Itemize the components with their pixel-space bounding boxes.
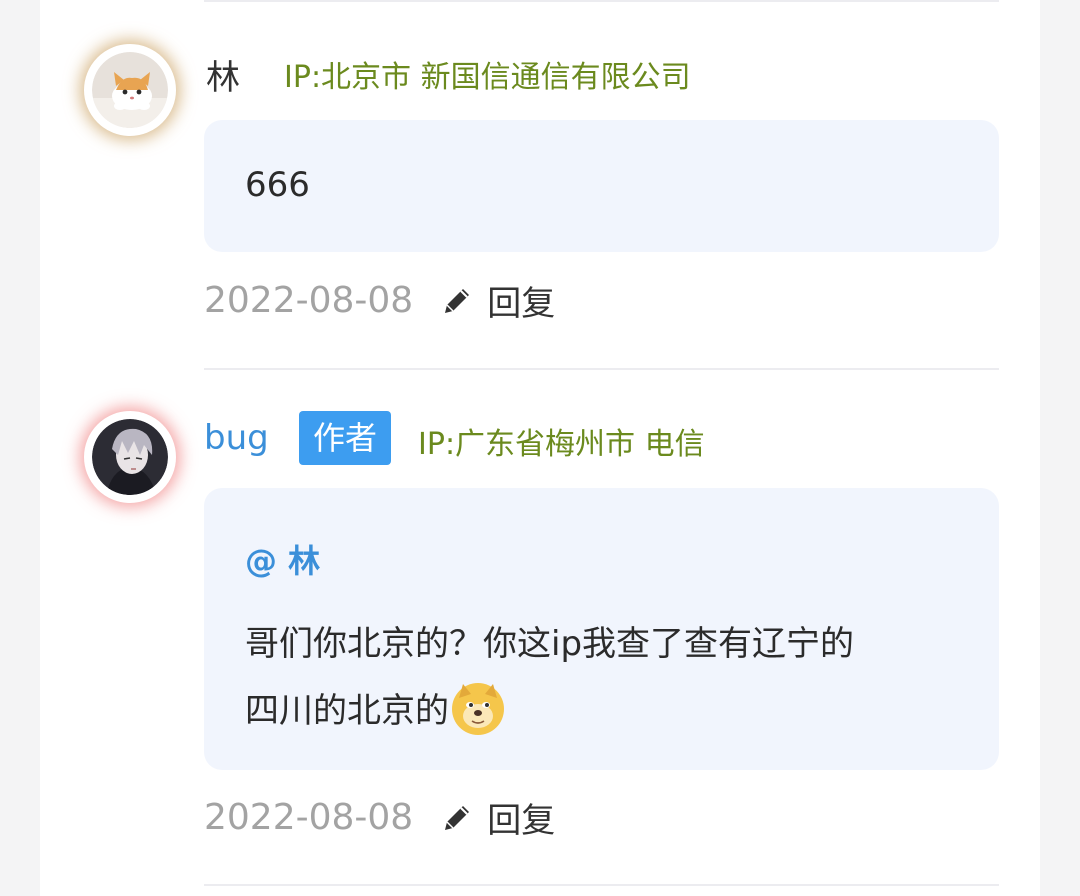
doge-emoji-icon — [452, 683, 504, 735]
comment-author[interactable]: 林 — [206, 50, 240, 99]
comment-meta: 2022-08-08 回复 — [204, 793, 555, 842]
reply-button[interactable]: 回复 — [441, 276, 555, 325]
author-badge: 作者 — [299, 411, 392, 465]
comment-text-line: 哥们你北京的？你这ip我查了查有辽宁的 — [245, 624, 855, 664]
comment-author[interactable]: bug — [204, 418, 269, 458]
comment-meta: 2022-08-08 回复 — [204, 276, 555, 325]
comment-text-line: 四川的北京的 — [245, 682, 505, 736]
ip-location: IP:北京市 新国信通信有限公司 — [284, 60, 691, 95]
divider — [204, 368, 999, 370]
comment-date: 2022-08-08 — [204, 797, 414, 838]
user-avatar[interactable] — [84, 411, 176, 503]
reply-button[interactable]: 回复 — [441, 793, 555, 842]
cat-avatar-icon — [92, 52, 168, 128]
comment-text: 666 — [245, 165, 310, 205]
ip-location: IP:广东省梅州市 电信 — [418, 427, 705, 462]
anime-character-avatar-icon — [92, 419, 168, 495]
comment-bubble: 666 — [204, 120, 999, 252]
quoted-user[interactable]: @ 林 — [245, 536, 320, 582]
pencil-icon — [445, 805, 470, 830]
comment-date: 2022-08-08 — [204, 280, 414, 321]
comment-text-fragment: 四川的北京的 — [245, 691, 449, 731]
divider — [204, 0, 999, 2]
reply-label: 回复 — [487, 284, 556, 324]
user-avatar[interactable] — [84, 44, 176, 136]
comment-bubble: @ 林 哥们你北京的？你这ip我查了查有辽宁的 四川的北京的 — [204, 488, 999, 770]
reply-label: 回复 — [487, 801, 556, 841]
pencil-icon — [445, 288, 470, 313]
divider — [204, 884, 999, 886]
